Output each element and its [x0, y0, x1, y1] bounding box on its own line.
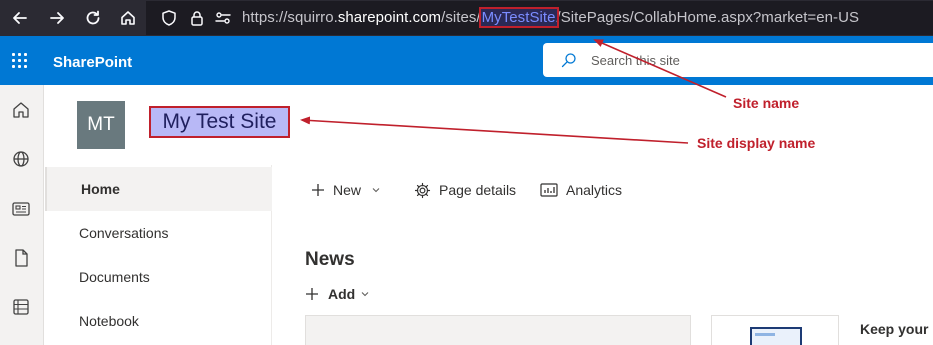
url-site-name-highlight: MyTestSite: [478, 7, 559, 28]
document-icon[interactable]: [11, 248, 31, 268]
gear-icon: [414, 182, 431, 198]
nav-item-notebook[interactable]: Notebook: [45, 299, 272, 343]
url-path-after: /SitePages/CollabHome.aspx?market=en-US: [556, 9, 860, 26]
back-button[interactable]: [8, 6, 32, 30]
url-path-before: /sites/: [441, 9, 481, 26]
back-arrow-icon: [13, 12, 27, 24]
screenshot-root: https://squirro.sharepoint.com/sites/MyT…: [0, 0, 933, 345]
app-launcher-icon[interactable]: [12, 53, 28, 69]
nav-item-conversations[interactable]: Conversations: [45, 211, 272, 255]
reload-button[interactable]: [81, 6, 105, 30]
site-logo[interactable]: MT: [77, 101, 125, 149]
home-icon: [121, 11, 135, 25]
url-domain: sharepoint.com: [337, 9, 442, 26]
forward-arrow-icon: [50, 12, 64, 24]
news-heading: News: [305, 249, 355, 270]
sharepoint-brand-link[interactable]: SharePoint: [53, 54, 132, 71]
chevron-down-icon: [372, 188, 380, 193]
browser-toolbar: https://squirro.sharepoint.com/sites/MyT…: [0, 0, 933, 36]
lock-icon[interactable]: [188, 9, 206, 27]
permissions-icon[interactable]: [214, 9, 232, 27]
globe-icon[interactable]: [11, 149, 31, 169]
news-card-illustration: [711, 315, 839, 345]
add-label: Add: [328, 286, 356, 302]
search-placeholder: Search this site: [591, 53, 680, 68]
url-text[interactable]: https://squirro.sharepoint.com/sites/MyT…: [242, 7, 860, 28]
analytics-label: Analytics: [566, 182, 623, 198]
page-details-label: Page details: [439, 182, 517, 198]
screen-illustration-icon: [750, 327, 802, 345]
chevron-down-icon: [361, 292, 369, 297]
suite-bar: SharePoint Search this site: [0, 36, 933, 85]
list-icon[interactable]: [11, 297, 31, 317]
page-details-button[interactable]: Page details: [414, 180, 516, 200]
news-icon[interactable]: [11, 199, 31, 219]
new-button[interactable]: New: [311, 180, 381, 200]
app-rail: [0, 85, 44, 345]
analytics-button[interactable]: Analytics: [540, 180, 622, 200]
reload-icon: [86, 10, 100, 25]
search-icon: [561, 53, 576, 68]
site-navigation: Home Conversations Documents Notebook: [45, 165, 272, 345]
news-card-heading: Keep your: [860, 321, 929, 337]
nav-item-home[interactable]: Home: [45, 167, 272, 211]
plus-icon: [306, 288, 318, 300]
search-input[interactable]: Search this site: [543, 43, 933, 77]
new-label: New: [333, 182, 362, 198]
forward-button[interactable]: [45, 6, 69, 30]
site-display-name-arrow: [300, 116, 689, 144]
plus-icon: [312, 184, 324, 196]
news-card-placeholder[interactable]: [305, 315, 691, 345]
analytics-icon: [540, 183, 558, 197]
annotation-site-display-name: Site display name: [697, 135, 816, 151]
site-title[interactable]: My Test Site: [149, 106, 290, 138]
url-bar[interactable]: https://squirro.sharepoint.com/sites/MyT…: [146, 1, 933, 35]
add-news-button[interactable]: Add: [305, 285, 370, 303]
annotation-site-name: Site name: [733, 95, 800, 111]
nav-item-documents[interactable]: Documents: [45, 255, 272, 299]
home-button[interactable]: [116, 6, 140, 30]
url-prefix: https://squirro.: [242, 9, 338, 26]
shield-icon[interactable]: [160, 9, 178, 27]
home-icon[interactable]: [11, 100, 31, 120]
